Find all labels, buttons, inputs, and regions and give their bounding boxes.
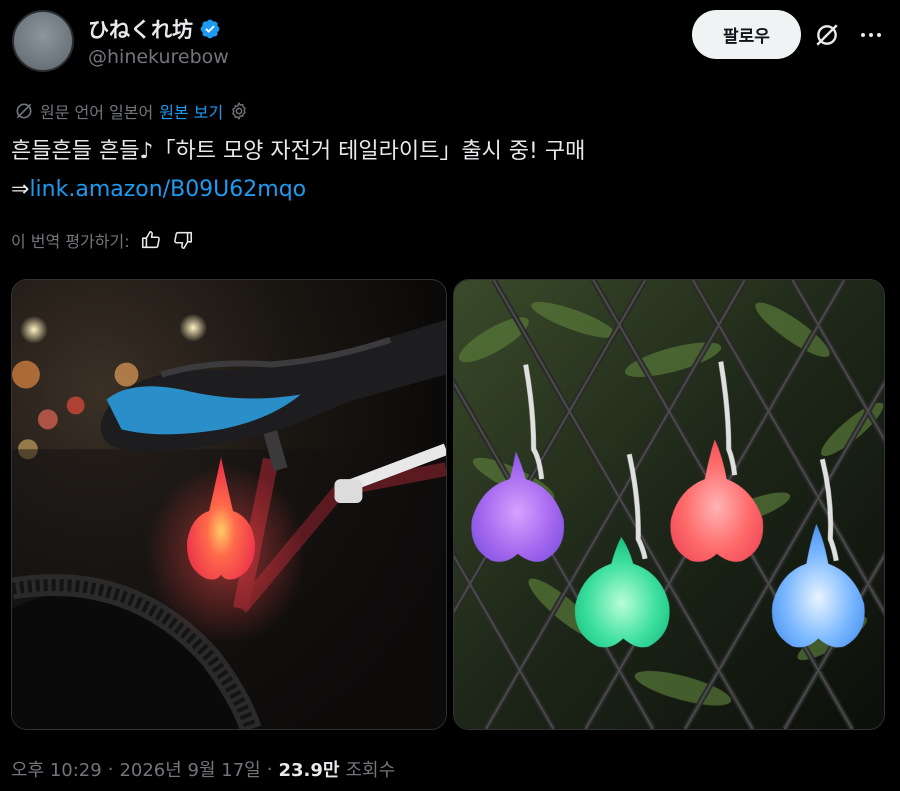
author-name-row: ひねくれ坊 <box>88 14 221 44</box>
views-label: 조회수 <box>345 760 396 781</box>
follow-button[interactable]: 팔로우 <box>692 10 801 59</box>
bike-taillight-photo[interactable] <box>11 279 447 730</box>
tweet-date[interactable]: 2026년 9월 17일 <box>119 756 260 782</box>
tweet-text-line1: 흔들흔들 흔들♪「하트 모양 자전거 테일라이트」출시 중! 구매 <box>11 139 586 164</box>
avatar[interactable] <box>12 10 74 72</box>
translate-icon <box>16 103 32 119</box>
fence-heart-lights-illustration <box>454 280 884 729</box>
translation-bar: 원문 언어 일본어 원본 보기 <box>14 99 249 123</box>
author-handle[interactable]: @hinekurebow <box>88 46 229 68</box>
bike-taillight-illustration <box>12 280 446 729</box>
rate-translation-label: 이 번역 평가하기: <box>11 232 130 251</box>
tweet-time[interactable]: 오후 10:29 <box>11 756 102 782</box>
verified-badge-icon <box>200 19 220 39</box>
meta-separator-2: · <box>266 758 273 780</box>
arrow-symbol: ⇒ <box>11 177 30 202</box>
tweet-header: ひねくれ坊 @hinekurebow 팔로우 <box>12 10 888 74</box>
gear-icon[interactable] <box>229 101 249 121</box>
meta-separator: · <box>107 758 114 780</box>
amazon-link[interactable]: link.amazon/B09U62mqo <box>29 177 306 202</box>
tweet-text: 흔들흔들 흔들♪「하트 모양 자전거 테일라이트」출시 중! 구매 ⇒link.… <box>11 133 871 209</box>
tweet-meta-row: 오후 10:29 · 2026년 9월 17일 · 23.9만 조회수 <box>11 756 395 782</box>
rate-translation-row: 이 번역 평가하기: <box>11 228 194 252</box>
translation-source-label: 원문 언어 일본어 <box>40 103 154 122</box>
views-count: 23.9만 <box>278 760 340 781</box>
display-name[interactable]: ひねくれ坊 <box>88 14 193 44</box>
grok-icon[interactable] <box>814 22 840 48</box>
thumbs-up-icon[interactable] <box>140 229 162 251</box>
more-options-icon[interactable] <box>854 20 888 50</box>
tweet-text-line2: ⇒link.amazon/B09U62mqo <box>11 171 871 209</box>
show-original-link[interactable]: 원본 보기 <box>159 99 223 123</box>
thumbs-down-icon[interactable] <box>172 229 194 251</box>
fence-heart-lights-photo[interactable] <box>453 279 885 730</box>
